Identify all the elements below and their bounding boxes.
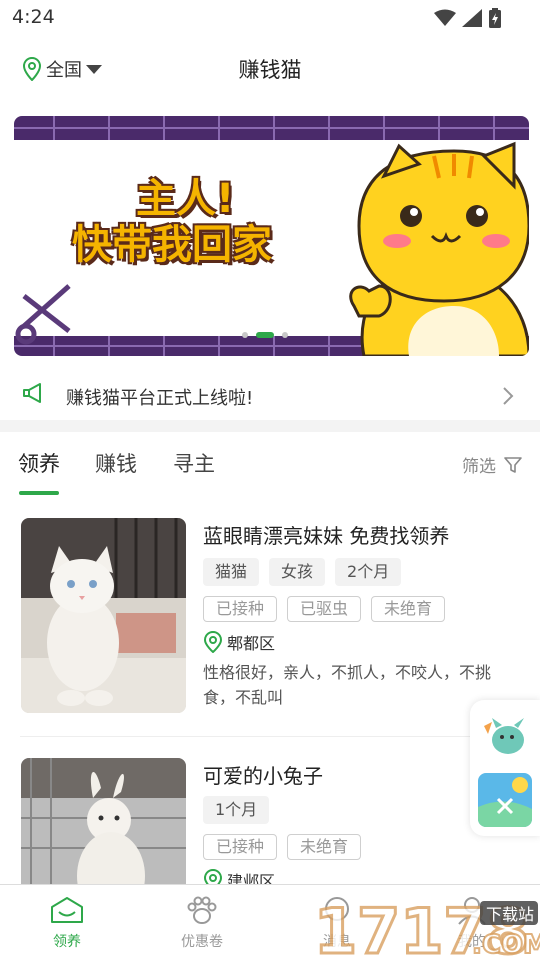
filter-icon bbox=[504, 456, 522, 473]
megaphone-icon bbox=[23, 383, 41, 403]
section-divider bbox=[0, 420, 540, 432]
header: 全国 赚钱猫 bbox=[0, 44, 540, 92]
status-tag-row: 已接种 已驱虫 未绝育 bbox=[203, 596, 446, 622]
announcement-bar[interactable]: 赚钱猫平台正式上线啦! bbox=[0, 372, 540, 420]
carousel-dot[interactable] bbox=[242, 332, 248, 338]
filter-label: 筛选 bbox=[462, 457, 496, 477]
region-label: 郫都区 bbox=[227, 634, 276, 653]
tab-active-indicator bbox=[19, 491, 59, 495]
tab-adopt[interactable]: 领养 bbox=[18, 448, 60, 478]
tab-earn[interactable]: 赚钱 bbox=[95, 448, 137, 478]
listing-title: 蓝眼睛漂亮妹妹 免费找领养 bbox=[203, 524, 450, 548]
status-tag: 已驱虫 bbox=[287, 596, 362, 622]
pet-photo bbox=[21, 758, 186, 884]
banner-slogan: 主人! 快带我回家 bbox=[72, 176, 272, 268]
banner-carousel[interactable]: 主人! 快带我回家 bbox=[14, 116, 529, 356]
location-pin-icon bbox=[203, 631, 223, 653]
status-tag: 已接种 bbox=[203, 834, 278, 860]
status-tag: 未绝育 bbox=[287, 834, 362, 860]
home-icon bbox=[51, 897, 83, 923]
region-info: 建邺区 bbox=[203, 868, 275, 884]
announcement-text: 赚钱猫平台正式上线啦! bbox=[66, 388, 254, 409]
filter-button[interactable]: 筛选 bbox=[462, 452, 522, 477]
pet-tag: 猫猫 bbox=[203, 558, 260, 586]
pet-tag: 2个月 bbox=[335, 558, 402, 586]
chevron-right-icon bbox=[503, 387, 514, 405]
status-tag: 未绝育 bbox=[371, 596, 446, 622]
nav-adopt[interactable]: 领养 bbox=[27, 895, 107, 951]
list-separator bbox=[20, 736, 520, 737]
banner-line-1: 主人! bbox=[136, 176, 235, 222]
listing-title: 可爱的小兔子 bbox=[203, 764, 323, 788]
status-tag: 已接种 bbox=[203, 596, 278, 622]
tag-row: 1个月 bbox=[203, 796, 270, 824]
floating-shortcuts bbox=[470, 700, 540, 836]
listing-card[interactable]: 可爱的小兔子 1个月 已接种 未绝育 建邺区 bbox=[0, 758, 540, 884]
status-icons bbox=[434, 8, 502, 28]
battery-icon bbox=[489, 8, 501, 28]
watermark-logo: 17178 下载站 .COM bbox=[312, 894, 540, 960]
nav-label: 领养 bbox=[53, 934, 81, 950]
dragon-mascot-icon[interactable] bbox=[478, 710, 532, 762]
status-bar: 4:24 bbox=[0, 0, 540, 36]
region-info: 郫都区 bbox=[203, 630, 275, 654]
tag-row: 猫猫 女孩 2个月 bbox=[203, 558, 402, 586]
carousel-dot-active[interactable] bbox=[256, 332, 274, 338]
pet-tag: 1个月 bbox=[203, 796, 270, 824]
carousel-indicator bbox=[242, 332, 288, 338]
paw-icon bbox=[187, 896, 217, 924]
status-time: 4:24 bbox=[12, 6, 55, 28]
pet-photo bbox=[21, 518, 186, 713]
page-title: 赚钱猫 bbox=[238, 58, 302, 82]
pet-tag: 女孩 bbox=[269, 558, 326, 586]
banner-line-2: 快带我回家 bbox=[72, 222, 272, 268]
nav-label: 优惠卷 bbox=[181, 934, 223, 950]
region-label: 建邺区 bbox=[227, 872, 276, 884]
listing-description: 性格很好，亲人，不抓人，不咬人，不挑食，不乱叫 bbox=[203, 663, 492, 707]
category-tabs: 领养 赚钱 寻主 筛选 bbox=[0, 440, 540, 496]
listing-card[interactable]: 蓝眼睛漂亮妹妹 免费找领养 猫猫 女孩 2个月 已接种 已驱虫 未绝育 郫都区 … bbox=[0, 518, 540, 736]
image-app-icon[interactable] bbox=[478, 773, 532, 827]
nav-coupons[interactable]: 优惠卷 bbox=[162, 895, 242, 951]
wifi-icon bbox=[434, 9, 456, 26]
carousel-dot[interactable] bbox=[282, 332, 288, 338]
location-pin-icon bbox=[203, 869, 223, 884]
status-tag-row: 已接种 未绝育 bbox=[203, 834, 362, 860]
watermark-domain: .COM bbox=[472, 930, 540, 960]
watermark-sub: 下载站 bbox=[486, 905, 534, 924]
tab-find-owner[interactable]: 寻主 bbox=[173, 448, 215, 478]
signal-icon bbox=[462, 9, 482, 27]
